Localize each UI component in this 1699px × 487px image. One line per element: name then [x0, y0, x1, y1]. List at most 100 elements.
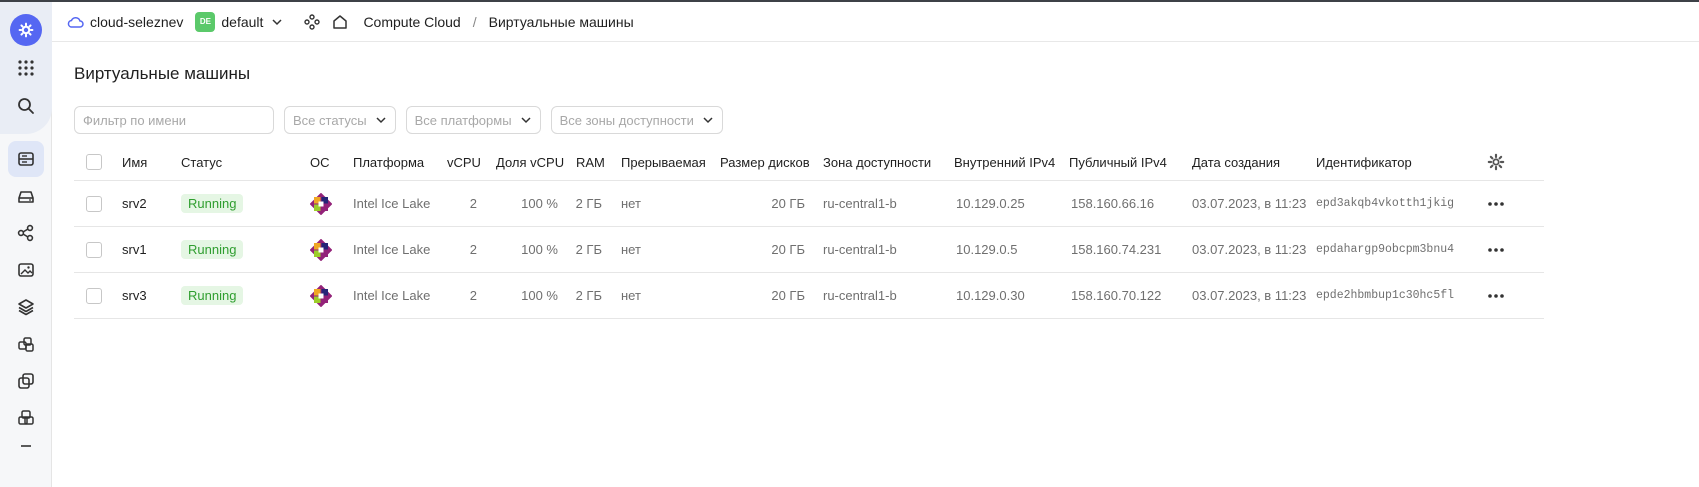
more-dots-icon — [1488, 201, 1504, 206]
cubes-icon — [18, 337, 34, 352]
table-row[interactable]: srv2 Running Intel Ice Lake 2 100 % 2 ГБ… — [74, 181, 1544, 227]
nodes-icon — [17, 224, 34, 242]
col-header-public-ip[interactable]: Публичный IPv4 — [1069, 144, 1167, 180]
vm-zone: ru-central1-b — [823, 196, 897, 211]
row-checkbox[interactable] — [86, 241, 102, 258]
vm-zone: ru-central1-b — [823, 288, 897, 303]
zone-filter-value: Все зоны доступности — [559, 112, 694, 128]
name-filter-input[interactable] — [74, 106, 274, 134]
layers-icon — [18, 299, 34, 316]
vm-internal-ip[interactable]: 10.129.0.5 — [956, 227, 1017, 272]
col-header-created[interactable]: Дата создания — [1192, 144, 1280, 180]
nav-snapshots[interactable] — [8, 289, 44, 325]
vm-public-ip[interactable]: 158.160.74.231 — [1071, 227, 1161, 272]
cloud-selector[interactable]: cloud-seleznev — [66, 14, 183, 30]
chevron-down-icon — [272, 18, 282, 25]
vm-status-cell: Running — [181, 181, 244, 226]
column-settings-button[interactable] — [1487, 144, 1505, 180]
col-header-id[interactable]: Идентификатор — [1316, 144, 1412, 180]
row-checkbox[interactable] — [86, 195, 102, 212]
col-header-preemptible[interactable]: Прерываемая — [621, 144, 706, 180]
nav-disks[interactable] — [8, 179, 44, 215]
vm-internal-ip[interactable]: 10.129.0.25 — [956, 181, 1025, 226]
status-badge: Running — [181, 286, 244, 305]
table-row[interactable]: srv1 Running Intel Ice Lake 2 100 % 2 ГБ… — [74, 227, 1544, 273]
col-header-os[interactable]: ОС — [310, 144, 330, 180]
col-header-vcpu[interactable]: vCPU — [447, 144, 481, 180]
all-services-button[interactable] — [8, 50, 44, 86]
nav-gpu-clusters[interactable] — [8, 400, 44, 436]
nav-placement-groups[interactable] — [8, 326, 44, 362]
select-all-checkbox[interactable] — [86, 154, 102, 170]
cluster-icon — [18, 410, 34, 425]
server-icon — [18, 152, 34, 166]
nav-instance-groups[interactable] — [8, 215, 44, 251]
nav-images[interactable] — [8, 252, 44, 288]
vm-public-ip[interactable]: 158.160.66.16 — [1071, 181, 1154, 226]
nav-more-item[interactable] — [8, 440, 44, 452]
vm-status-cell: Running — [181, 227, 244, 272]
nav-virtual-machines[interactable] — [8, 141, 44, 177]
vm-id[interactable]: epde2hbmbup1c30hc5fl — [1316, 273, 1454, 318]
vm-name[interactable]: srv1 — [122, 227, 147, 272]
row-actions-button[interactable] — [1487, 273, 1505, 318]
grid-dots-icon — [18, 60, 34, 76]
platform-filter-select[interactable]: Все платформы — [405, 106, 541, 134]
folder-name: default — [221, 13, 264, 30]
search-icon — [18, 98, 34, 114]
vm-name[interactable]: srv2 — [122, 181, 147, 226]
vm-name[interactable]: srv3 — [122, 273, 147, 318]
col-header-internal-ip[interactable]: Внутренний IPv4 — [954, 144, 1055, 180]
col-header-platform[interactable]: Платформа — [353, 144, 424, 180]
resource-graph-button[interactable] — [303, 13, 321, 31]
vm-preemptible: нет — [621, 196, 641, 211]
vm-zone: ru-central1-b — [823, 242, 897, 257]
chevron-down-icon — [703, 117, 713, 124]
row-select-cell — [86, 227, 102, 272]
console-logo-button[interactable] — [10, 14, 42, 46]
vm-ram: 2 ГБ — [575, 196, 602, 211]
centos-icon — [310, 284, 332, 307]
centos-icon — [310, 238, 332, 261]
vm-vcpu: 2 — [469, 288, 477, 303]
vm-internal-ip[interactable]: 10.129.0.30 — [956, 273, 1025, 318]
search-button[interactable] — [8, 88, 44, 124]
col-header-name[interactable]: Имя — [122, 144, 147, 180]
status-filter-select[interactable]: Все статусы — [284, 106, 396, 134]
col-header-disk-size[interactable]: Размер дисков — [720, 144, 810, 180]
chevron-down-icon — [521, 117, 531, 124]
zone-filter-select[interactable]: Все зоны доступности — [550, 106, 723, 134]
folder-selector[interactable]: DE default — [183, 11, 283, 32]
vm-disk-size: 20 ГБ — [771, 288, 805, 303]
col-header-status[interactable]: Статус — [181, 144, 222, 180]
page-title: Виртуальные машины — [74, 64, 251, 83]
vm-vcpu: 2 — [469, 196, 477, 211]
vm-os-cell — [310, 273, 332, 318]
row-actions-button[interactable] — [1487, 181, 1505, 226]
row-actions-button[interactable] — [1487, 227, 1505, 272]
breadcrumb-current: Виртуальные машины — [488, 13, 634, 30]
col-header-ram[interactable]: RAM — [576, 144, 605, 180]
nav-dedicated-hosts[interactable] — [8, 363, 44, 399]
home-button[interactable] — [331, 13, 349, 31]
vm-platform: Intel Ice Lake — [353, 288, 431, 303]
col-header-zone[interactable]: Зона доступности — [823, 144, 931, 180]
vm-id[interactable]: epdahargp9obcpm3bnu4 — [1316, 227, 1454, 272]
row-select-cell — [86, 273, 102, 318]
copy-squares-icon — [18, 373, 34, 389]
select-all-cell — [86, 144, 102, 180]
partial-nav-icon — [21, 445, 31, 447]
centos-icon — [310, 192, 332, 215]
table-header-row: Имя Статус ОС Платформа vCPU Доля vCPU R… — [74, 144, 1544, 181]
gear-logo-icon — [18, 22, 34, 38]
vm-public-ip[interactable]: 158.160.70.122 — [1071, 273, 1161, 318]
cloud-icon — [67, 16, 84, 28]
status-badge: Running — [181, 240, 244, 259]
vm-ram: 2 ГБ — [575, 242, 602, 257]
table-row[interactable]: srv3 Running Intel Ice Lake 2 100 % 2 ГБ… — [74, 273, 1544, 319]
vm-id[interactable]: epd3akqb4vkotth1jkig — [1316, 181, 1454, 226]
row-checkbox[interactable] — [86, 287, 102, 304]
breadcrumb-compute-cloud[interactable]: Compute Cloud — [363, 14, 460, 30]
col-header-vcpu-share[interactable]: Доля vCPU — [496, 144, 564, 180]
row-select-cell — [86, 181, 102, 226]
